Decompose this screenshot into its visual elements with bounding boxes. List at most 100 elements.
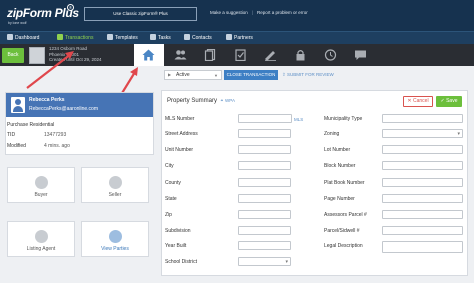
avatar-icon (11, 97, 25, 113)
wpa-link[interactable]: ⚭ WPA (220, 98, 235, 104)
signature-icon (265, 51, 276, 61)
nav-contacts-label: Contacts (192, 35, 212, 41)
back-button[interactable]: Back (2, 48, 24, 63)
nav-dashboard-label: Dashboard (15, 35, 40, 41)
field-input[interactable] (238, 241, 291, 250)
form-title: Property Summary (167, 98, 218, 104)
document-thumbnail[interactable] (29, 47, 45, 64)
tab-checklist[interactable] (226, 44, 256, 66)
nav-partners[interactable]: Partners (226, 34, 253, 43)
field-label: Zoning (324, 131, 340, 137)
party-seller-label: Seller (108, 192, 122, 198)
field-label: City (165, 163, 174, 169)
field-label: Year Built (165, 243, 187, 249)
school-district-select[interactable] (238, 257, 291, 266)
top-bar: zipForm Plus ® by lone wolf Use Classic … (0, 0, 474, 31)
field-label: MLS Number (165, 116, 195, 122)
registered-icon: ® (67, 4, 74, 11)
field-input[interactable] (382, 194, 463, 203)
tab-signatures[interactable] (256, 44, 286, 66)
party-listing-agent[interactable]: Listing Agent (7, 221, 75, 257)
tab-home[interactable] (134, 44, 164, 66)
nav-templates-label: Templates (115, 35, 138, 41)
close-transaction-button[interactable]: CLOSE TRANSACTION (224, 70, 278, 80)
top-links: Make a suggestion | Report a problem or er… (210, 10, 308, 15)
field-input[interactable] (382, 145, 463, 154)
tab-history[interactable] (316, 44, 346, 66)
field-input[interactable] (382, 210, 463, 219)
field-input[interactable] (382, 241, 463, 253)
field-label: Block Number (324, 163, 356, 169)
tid-label: TID (7, 132, 16, 138)
nav-contacts[interactable]: Contacts (184, 34, 212, 43)
chat-icon (355, 50, 366, 60)
nav-partners-label: Partners (234, 35, 253, 41)
dashboard-icon (7, 34, 13, 40)
nav-tasks-label: Tasks (158, 35, 171, 41)
nav-transactions-label: Transactions (65, 35, 94, 41)
partners-icon (226, 34, 232, 40)
view-parties[interactable]: View Parties (81, 221, 149, 257)
templates-icon (107, 34, 113, 40)
field-input[interactable] (238, 129, 291, 138)
field-input[interactable] (238, 194, 291, 203)
wpa-label: WPA (225, 98, 235, 103)
field-input[interactable] (238, 178, 291, 187)
suggestion-link[interactable]: Make a suggestion (210, 10, 248, 15)
field-label: Parcel/Sidwell # (324, 228, 360, 234)
documents-icon (204, 49, 216, 61)
tab-chat[interactable] (346, 44, 376, 66)
status-select[interactable]: ▶ Active ▼ (164, 70, 222, 80)
field-input[interactable] (382, 178, 463, 187)
tab-people[interactable] (166, 44, 196, 66)
status-value: Active (176, 72, 190, 78)
view-parties-link[interactable]: View Parties (82, 246, 148, 252)
person-icon (35, 176, 48, 189)
cancel-button[interactable]: ✕ Cancel (403, 96, 433, 107)
transactions-icon (57, 34, 63, 40)
lock-icon (296, 50, 305, 61)
save-button[interactable]: ✓ Save (436, 96, 462, 107)
use-classic-button[interactable]: Use Classic zipForm® Plus (84, 7, 197, 21)
field-label: Subdivision (165, 228, 191, 234)
field-input[interactable] (238, 114, 292, 123)
field-input[interactable] (382, 226, 463, 235)
tid-value: 13477293 (44, 132, 67, 138)
tab-documents[interactable] (196, 44, 226, 66)
save-label: Save (446, 98, 458, 104)
field-input[interactable] (382, 114, 463, 123)
tab-lock[interactable] (286, 44, 316, 66)
field-input[interactable] (238, 210, 291, 219)
modified-label: Modified (7, 143, 26, 149)
mls-link[interactable]: MLS (294, 117, 303, 122)
tasks-icon (150, 34, 156, 40)
field-label: Lot Number (324, 147, 351, 153)
field-input[interactable] (238, 226, 291, 235)
report-problem-link[interactable]: Report a problem or error (257, 10, 308, 15)
field-label: School District (165, 259, 197, 265)
person-icon (35, 230, 48, 243)
party-buyer-label: Buyer (34, 192, 48, 198)
field-input[interactable] (382, 161, 463, 170)
nav-transactions[interactable]: Transactions (57, 34, 93, 43)
submit-for-review-button[interactable]: ⇪ SUBMIT FOR REVIEW (282, 70, 368, 80)
modified-value: 4 mins. ago (44, 143, 70, 149)
field-label: County (165, 180, 181, 186)
submit-for-review-label: SUBMIT FOR REVIEW (287, 72, 334, 77)
field-input[interactable] (238, 161, 291, 170)
field-label: Page Number (324, 196, 355, 202)
party-buyer[interactable]: Buyer (7, 167, 75, 203)
link-divider: | (251, 10, 253, 15)
nav-templates[interactable]: Templates (107, 34, 138, 43)
play-icon: ▶ (168, 72, 172, 77)
cancel-label: Cancel (413, 98, 429, 104)
field-input[interactable] (238, 145, 291, 154)
transaction-type: Purchase Residential (7, 122, 55, 128)
zoning-select[interactable] (382, 129, 463, 138)
nav-tasks[interactable]: Tasks (150, 34, 171, 43)
contact-email[interactable]: RebeccaPerks@aaronline.com (29, 106, 98, 112)
nav-dashboard[interactable]: Dashboard (7, 34, 39, 43)
party-seller[interactable]: Seller (81, 167, 149, 203)
people-icon (174, 50, 187, 60)
chevron-down-icon: ▼ (214, 73, 218, 78)
